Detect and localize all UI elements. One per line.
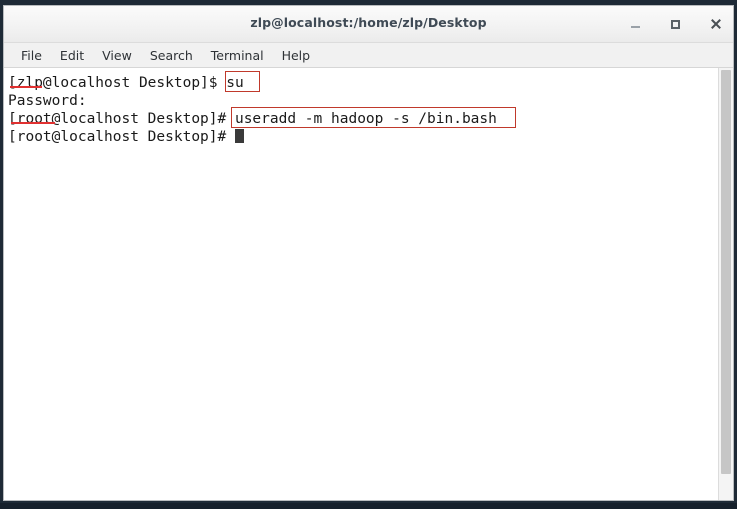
window-titlebar[interactable]: zlp@localhost:/home/zlp/Desktop [4,6,733,43]
desktop-bottom-strip [0,503,737,509]
desktop-background: zlp@localhost:/home/zlp/Desktop File Edi… [0,0,737,509]
terminal-line-4: [root@localhost Desktop]# [8,128,718,146]
terminal-screen[interactable]: [zlp@localhost Desktop]$ su Password: [r… [4,68,718,500]
terminal-line-1: [zlp@localhost Desktop]$ su [8,75,244,91]
window-title: zlp@localhost:/home/zlp/Desktop [250,15,487,30]
close-button[interactable] [705,14,725,34]
terminal-line-3: [root@localhost Desktop]# useradd -m had… [8,111,497,127]
menu-item-help[interactable]: Help [273,46,320,65]
menu-item-file[interactable]: File [12,46,51,65]
menubar: File Edit View Search Terminal Help [4,43,733,68]
scrollbar-thumb[interactable] [721,70,731,474]
terminal-window: zlp@localhost:/home/zlp/Desktop File Edi… [3,5,734,501]
minimize-button[interactable] [625,14,645,34]
window-controls [625,6,725,42]
terminal-scrollbar[interactable] [718,68,733,500]
maximize-icon [670,19,680,29]
menu-item-search[interactable]: Search [141,46,202,65]
menu-item-terminal[interactable]: Terminal [202,46,273,65]
maximize-button[interactable] [665,14,685,34]
terminal-cursor [234,129,244,143]
terminal-body[interactable]: [zlp@localhost Desktop]$ su Password: [r… [4,68,733,500]
minimize-icon [630,26,640,28]
menu-item-edit[interactable]: Edit [51,46,93,65]
menu-item-view[interactable]: View [93,46,141,65]
close-icon [710,19,721,30]
terminal-line-4-text: [root@localhost Desktop]# [8,129,235,145]
terminal-line-2: Password: [8,93,87,109]
